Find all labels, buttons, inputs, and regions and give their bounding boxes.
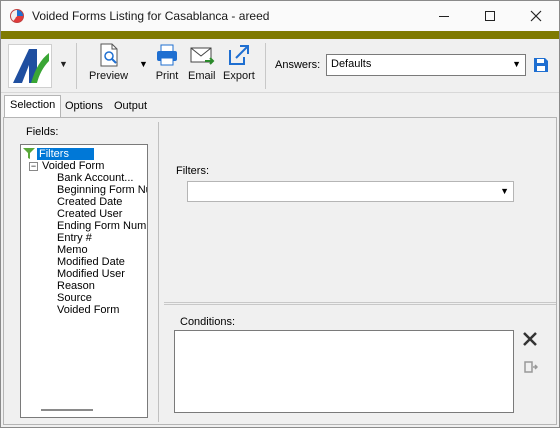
export-icon bbox=[228, 45, 249, 65]
close-icon bbox=[530, 10, 542, 22]
tree-field-item[interactable]: Ending Form Numb bbox=[57, 220, 147, 232]
tab-selection-label: Selection bbox=[10, 99, 56, 111]
minimize-icon bbox=[439, 15, 449, 17]
logo-dropdown-arrow[interactable]: ▼ bbox=[59, 59, 68, 69]
save-answers-button[interactable] bbox=[533, 57, 549, 76]
tab-output[interactable]: Output bbox=[109, 97, 152, 117]
tree-field-item[interactable]: Beginning Form Nu bbox=[57, 184, 147, 196]
printer-icon bbox=[157, 44, 177, 66]
tab-strip: Selection Options Output bbox=[1, 95, 559, 117]
chevron-down-icon: ▼ bbox=[512, 59, 521, 69]
toolbar-separator bbox=[76, 43, 77, 89]
close-button[interactable] bbox=[513, 1, 559, 31]
tree-field-item[interactable]: Modified Date bbox=[57, 256, 125, 268]
tree-node-voided-form-label: Voided Form bbox=[42, 160, 105, 172]
chevron-down-icon: ▼ bbox=[500, 186, 509, 196]
report-window: Voided Forms Listing for Casablanca - ar… bbox=[0, 0, 560, 428]
export-button[interactable]: Export bbox=[223, 42, 255, 82]
print-button[interactable]: Print bbox=[155, 42, 179, 82]
tree-node-filters-label: Filters bbox=[37, 148, 94, 160]
conditions-label: Conditions: bbox=[180, 316, 236, 328]
filters-select[interactable]: ▼ bbox=[187, 181, 514, 202]
filters-label: Filters: bbox=[176, 165, 209, 177]
add-condition-icon bbox=[524, 361, 539, 373]
logo-icon bbox=[13, 49, 49, 83]
window-title: Voided Forms Listing for Casablanca - ar… bbox=[32, 9, 270, 23]
answers-value: Defaults bbox=[331, 58, 372, 70]
email-button[interactable]: Email bbox=[188, 42, 216, 82]
tree-field-item[interactable]: Voided Form bbox=[57, 304, 119, 316]
answers-select[interactable]: Defaults ▼ bbox=[326, 54, 526, 76]
fields-panel: Fields: Filters − Voided Form Bank Accoun… bbox=[9, 122, 159, 422]
filter-icon bbox=[23, 148, 35, 159]
export-label: Export bbox=[223, 70, 255, 82]
toolbar-separator bbox=[265, 43, 266, 89]
tree-field-item[interactable]: Source bbox=[57, 292, 92, 304]
tree-field-item[interactable]: Memo bbox=[57, 244, 88, 256]
save-icon bbox=[534, 58, 548, 72]
tree-field-item[interactable]: Created Date bbox=[57, 196, 122, 208]
fields-legend: Fields: bbox=[24, 126, 61, 138]
panel-splitter[interactable] bbox=[164, 302, 556, 305]
preview-dropdown-arrow[interactable]: ▼ bbox=[139, 59, 148, 69]
tab-options-label: Options bbox=[65, 100, 103, 112]
fields-tree[interactable]: Filters − Voided Form Bank Account... Beg… bbox=[20, 144, 148, 418]
tab-options[interactable]: Options bbox=[60, 97, 108, 117]
tree-field-item[interactable]: Created User bbox=[57, 208, 122, 220]
answers-label: Answers: bbox=[275, 59, 321, 71]
preview-button[interactable]: Preview bbox=[89, 42, 128, 82]
selection-tab-panel: Fields: Filters − Voided Form Bank Accoun… bbox=[3, 117, 557, 425]
delete-icon bbox=[523, 332, 537, 346]
tree-node-voided-form[interactable]: − Voided Form bbox=[29, 160, 104, 172]
delete-condition-button[interactable] bbox=[522, 330, 538, 353]
title-bar: Voided Forms Listing for Casablanca - ar… bbox=[1, 1, 559, 31]
conditions-list[interactable] bbox=[174, 330, 514, 413]
tree-field-item[interactable]: Modified User bbox=[57, 268, 125, 280]
company-logo-button[interactable] bbox=[8, 44, 52, 88]
filters-area: Filters: ▼ bbox=[164, 122, 554, 302]
app-icon bbox=[10, 9, 24, 23]
preview-icon bbox=[100, 43, 118, 67]
print-label: Print bbox=[155, 70, 179, 82]
email-icon bbox=[190, 47, 215, 65]
tab-selection[interactable]: Selection bbox=[4, 95, 62, 117]
tree-node-filters[interactable]: Filters bbox=[23, 148, 94, 160]
collapse-icon[interactable]: − bbox=[29, 161, 38, 171]
add-condition-button[interactable] bbox=[524, 360, 539, 377]
tree-field-item[interactable]: Entry # bbox=[57, 232, 92, 244]
maximize-icon bbox=[485, 11, 495, 21]
preview-label: Preview bbox=[89, 70, 129, 82]
tree-field-item[interactable]: Reason bbox=[57, 280, 95, 292]
ribbon-accent-bar bbox=[1, 31, 559, 39]
minimize-button[interactable] bbox=[421, 1, 467, 31]
email-label: Email bbox=[188, 70, 216, 82]
tab-output-label: Output bbox=[114, 100, 148, 112]
maximize-button[interactable] bbox=[467, 1, 513, 31]
horizontal-scrollbar-thumb[interactable] bbox=[41, 409, 93, 411]
tree-field-item[interactable]: Bank Account... bbox=[57, 172, 133, 184]
toolbar: ▼ Preview ▼ Print Email Export Answers: … bbox=[1, 39, 559, 93]
